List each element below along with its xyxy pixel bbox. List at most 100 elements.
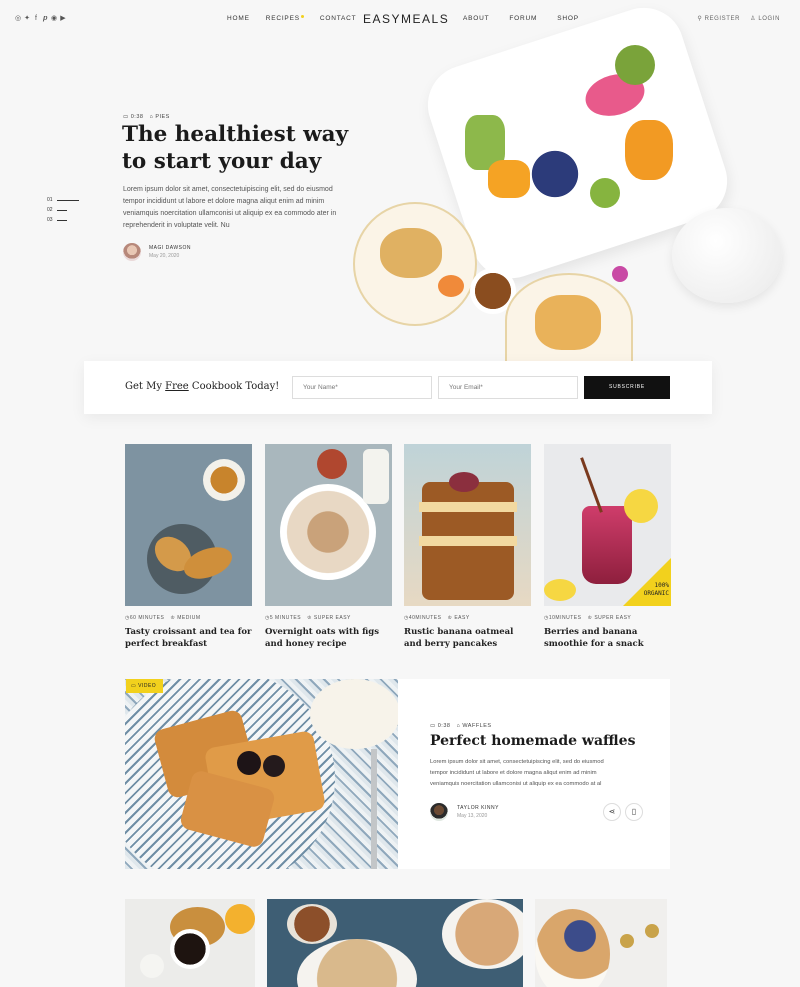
featured-author[interactable]: TAYLOR KINNY May 13, 2020: [430, 803, 499, 821]
recipe-image[interactable]: [404, 444, 531, 606]
recipe-meta: ◷60 MINUTES ♔ MEDIUM: [125, 615, 252, 621]
fork: [371, 749, 377, 869]
prep-time: 10MINUTES: [548, 615, 582, 621]
nav-shop[interactable]: SHOP: [557, 15, 579, 22]
facebook-icon[interactable]: f: [33, 15, 39, 22]
share-icon: ⋖: [608, 807, 616, 816]
video-icon: ▭: [123, 114, 131, 120]
cherry: [237, 751, 261, 775]
nav-about[interactable]: ABOUT: [463, 15, 489, 22]
fig: [317, 449, 347, 479]
milk-glass: [140, 954, 164, 978]
subscribe-button[interactable]: SUBSCRIBE: [584, 376, 670, 399]
recipe-card[interactable]: ◷5 MINUTES ♔ SUPER EASY Overnight oats w…: [265, 444, 392, 650]
straw: [580, 457, 603, 513]
slide-number: 01: [47, 197, 53, 203]
lemon: [544, 579, 576, 601]
time-info: ◷10MINUTES: [544, 615, 581, 621]
name-input[interactable]: Your Name*: [292, 376, 432, 399]
crepe: [535, 295, 601, 350]
recipe-title[interactable]: Berries and banana smoothie for a snack: [544, 626, 671, 650]
granola-bowl: [297, 939, 417, 987]
recipe-title[interactable]: Overnight oats with figs and honey recip…: [265, 626, 392, 650]
hero-category-label: PIES: [155, 114, 170, 120]
nav-recipes-label: RECIPES: [265, 15, 300, 22]
register-link[interactable]: ⚲ REGISTER: [697, 15, 740, 22]
spoon: [645, 924, 659, 938]
recipe-meta: ◷40MINUTES ♔ EASY: [404, 615, 531, 621]
prep-time: 60 MINUTES: [129, 615, 165, 621]
main-menu-right: ABOUT FORUM SHOP: [463, 15, 579, 22]
recipe-title[interactable]: Rustic banana oatmeal and berry pancakes: [404, 626, 531, 650]
difficulty: SUPER EASY: [313, 615, 351, 621]
featured-time: 0:38: [437, 723, 451, 729]
nav-forum[interactable]: FORUM: [509, 15, 537, 22]
subscribe-title-start: Get My: [125, 381, 166, 392]
lemon-slice: [624, 489, 658, 523]
post-date: May 13, 2020: [457, 813, 488, 819]
recipe-image[interactable]: 100% ORGANIC: [544, 444, 671, 606]
cherry: [263, 755, 285, 777]
juice-glass: [225, 904, 255, 934]
subscribe-title-emphasis: Free: [165, 381, 189, 392]
kiwi: [615, 45, 655, 85]
hero-title[interactable]: The healthiest way to start your day: [122, 121, 372, 175]
nav-home[interactable]: HOME: [227, 15, 250, 22]
slide-02[interactable]: 02: [47, 205, 79, 215]
pinterest-icon[interactable]: 𝒑: [42, 15, 48, 22]
recipe-card[interactable]: ◷60 MINUTES ♔ MEDIUM Tasty croissant and…: [125, 444, 252, 650]
slide-03[interactable]: 03: [47, 215, 79, 225]
time-info: ◷40MINUTES: [404, 615, 441, 621]
youtube-icon[interactable]: ▶: [60, 15, 66, 22]
nav-contact[interactable]: CONTACT: [320, 15, 357, 22]
featured-category-label: WAFFLES: [462, 723, 492, 729]
hero-excerpt: Lorem ipsum dolor sit amet, consectetuip…: [123, 186, 337, 229]
share-button[interactable]: ⋖: [603, 803, 621, 821]
recipe-card-image[interactable]: [267, 899, 523, 987]
oats-bowl: [280, 484, 376, 580]
bookmark-button[interactable]: ▯: [625, 803, 643, 821]
featured-title[interactable]: Perfect homemade waffles: [430, 733, 635, 749]
email-input[interactable]: Your Email*: [438, 376, 578, 399]
tea-cup: [203, 459, 245, 501]
toast-layer: [419, 536, 517, 546]
organic-badge: 100% ORGANIC: [643, 582, 669, 597]
milk-jar: [363, 449, 389, 504]
register-label: REGISTER: [704, 16, 741, 22]
prep-time: 5 MINUTES: [269, 615, 302, 621]
almond-bowl: [287, 904, 337, 944]
recipe-title[interactable]: Tasty croissant and tea for perfect brea…: [125, 626, 252, 650]
social-links: ◎ ✦ f 𝒑 ◉ ▶: [15, 15, 66, 22]
recipe-image[interactable]: [265, 444, 392, 606]
featured-video-thumbnail[interactable]: [125, 679, 398, 869]
rss-icon[interactable]: ◉: [51, 15, 57, 22]
avatar: [123, 243, 141, 261]
slide-number: 03: [47, 217, 53, 223]
spoon: [620, 934, 634, 948]
recipe-image[interactable]: [125, 444, 252, 606]
recipe-card-image[interactable]: [125, 899, 255, 987]
difficulty: EASY: [454, 615, 470, 621]
recipe-card[interactable]: ◷40MINUTES ♔ EASY Rustic banana oatmeal …: [404, 444, 531, 650]
video-badge: ▭ VIDEO: [126, 679, 163, 693]
recipe-card[interactable]: 100% ORGANIC ◷10MINUTES ♔ SUPER EASY Ber…: [544, 444, 671, 650]
recipe-card-image[interactable]: [535, 899, 667, 987]
hero-category[interactable]: ⌂ PIES: [149, 114, 169, 120]
nav-recipes[interactable]: RECIPES: [266, 15, 304, 22]
instagram-icon[interactable]: ◎: [15, 15, 21, 22]
login-link[interactable]: ♙ LOGIN: [750, 15, 780, 22]
time-info: ◷60 MINUTES: [125, 615, 164, 621]
video-icon: ▭: [430, 723, 438, 729]
berries: [449, 472, 479, 492]
subscribe-title: Get My Free Cookbook Today!: [125, 381, 279, 392]
smoothie-bowl: [535, 909, 610, 987]
login-label: LOGIN: [758, 16, 780, 22]
twitter-icon[interactable]: ✦: [24, 15, 30, 22]
granola-bowl: [442, 899, 523, 969]
hero-author[interactable]: MAGI DAWSON May 20, 2020: [123, 243, 191, 261]
site-logo[interactable]: EASYMEALS: [363, 12, 449, 26]
slide-01[interactable]: 01: [47, 195, 79, 205]
mango: [488, 160, 530, 198]
flower: [612, 266, 628, 282]
featured-category[interactable]: ⌂ WAFFLES: [456, 723, 491, 729]
